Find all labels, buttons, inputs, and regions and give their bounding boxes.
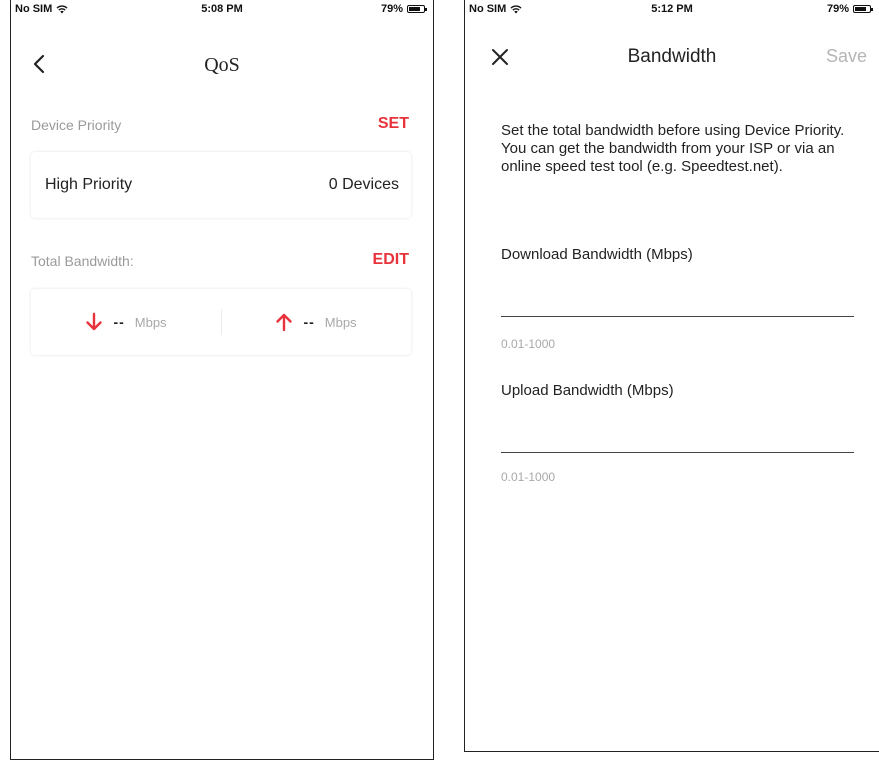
download-bandwidth-input[interactable] [501, 288, 854, 317]
battery-fill [409, 7, 420, 11]
upload-summary: -- Mbps [221, 289, 411, 355]
bandwidth-screen: No SIM 5:12 PM 79% Bandwidth Save Set th… [464, 0, 879, 752]
battery-group: 79% [826, 3, 873, 15]
status-bar: No SIM 5:12 PM 79% [465, 0, 879, 18]
battery-percent: 79% [380, 3, 403, 15]
upload-unit: Mbps [324, 314, 357, 330]
device-priority-label: Device Priority [31, 117, 122, 133]
upload-arrow-icon [276, 313, 293, 332]
screenshot-stage: No SIM 5:08 PM 79% QoS Device Priority S… [0, 0, 879, 760]
total-bandwidth-label: Total Bandwidth: [31, 253, 134, 269]
page-title: QoS [204, 54, 240, 76]
device-priority-header: Device Priority SET [31, 115, 409, 137]
battery-icon [853, 5, 873, 13]
download-arrow-icon [86, 312, 103, 331]
download-unit: Mbps [134, 314, 167, 330]
download-range-hint: 0.01-1000 [501, 337, 556, 351]
high-priority-label: High Priority [45, 176, 133, 193]
download-summary: -- Mbps [31, 289, 221, 355]
battery-group: 79% [380, 3, 427, 15]
save-button[interactable]: Save [826, 46, 867, 67]
upload-bandwidth-input[interactable] [501, 424, 854, 453]
device-count: 0 Devices [328, 176, 399, 193]
status-bar: No SIM 5:08 PM 79% [11, 0, 433, 18]
download-value: -- [113, 314, 125, 330]
nav-bar: QoS [11, 40, 433, 90]
total-bandwidth-header: Total Bandwidth: EDIT [31, 251, 409, 273]
bandwidth-description: Set the total bandwidth before using Dev… [501, 122, 845, 175]
high-priority-row[interactable]: High Priority 0 Devices [31, 152, 411, 218]
upload-range-hint: 0.01-1000 [501, 470, 556, 484]
download-bandwidth-label: Download Bandwidth (Mbps) [501, 246, 693, 263]
battery-fill [855, 7, 866, 11]
clock: 5:08 PM [201, 3, 243, 15]
qos-screen: No SIM 5:08 PM 79% QoS Device Priority S… [10, 0, 434, 760]
set-button[interactable]: SET [378, 115, 409, 133]
upload-bandwidth-label: Upload Bandwidth (Mbps) [501, 382, 674, 399]
edit-button[interactable]: EDIT [373, 251, 409, 269]
battery-icon [407, 5, 427, 13]
nav-bar: Bandwidth Save [465, 40, 879, 90]
bandwidth-summary-card: -- Mbps -- Mbps [31, 289, 411, 355]
battery-percent: 79% [826, 3, 849, 15]
upload-value: -- [303, 314, 315, 330]
clock: 5:12 PM [651, 3, 693, 15]
page-title: Bandwidth [627, 46, 717, 67]
